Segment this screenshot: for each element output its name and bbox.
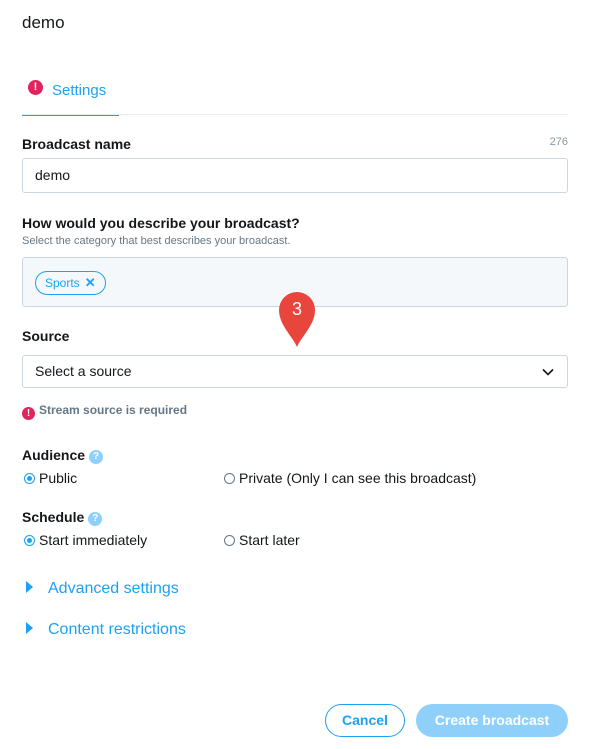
cancel-button[interactable]: Cancel xyxy=(325,704,405,737)
audience-label-text: Audience xyxy=(22,447,86,463)
source-label: Source xyxy=(22,328,70,344)
chip-label: Sports xyxy=(45,276,80,290)
radio-selected-icon[interactable] xyxy=(24,473,35,484)
help-icon[interactable]: ? xyxy=(88,512,103,526)
source-error-text: Stream source is required xyxy=(39,403,188,417)
step-number: 3 xyxy=(291,299,302,319)
audience-option-public[interactable]: Public xyxy=(24,470,77,486)
advanced-settings-label: Advanced settings xyxy=(48,580,179,597)
step-marker: 3 xyxy=(276,289,318,349)
tab-divider xyxy=(22,114,568,115)
source-select-value: Select a source xyxy=(35,363,132,379)
content-restrictions-toggle[interactable]: Content restrictions xyxy=(26,621,186,639)
content-restrictions-label: Content restrictions xyxy=(48,621,186,638)
schedule-option-later[interactable]: Start later xyxy=(224,532,300,548)
audience-option-private[interactable]: Private (Only I can see this broadcast) xyxy=(224,470,476,486)
character-counter: 276 xyxy=(549,136,568,148)
radio-unselected-icon[interactable] xyxy=(224,473,235,484)
caret-right-icon xyxy=(26,581,33,593)
tab-settings[interactable]: ! Settings xyxy=(22,76,119,116)
error-icon: ! xyxy=(22,407,35,420)
tab-settings-label: Settings xyxy=(52,82,107,99)
source-select[interactable]: Select a source xyxy=(22,355,568,388)
category-hint: Select the category that best describes … xyxy=(22,235,291,247)
schedule-label: Schedule? xyxy=(22,509,103,526)
audience-public-label: Public xyxy=(39,470,78,486)
schedule-label-text: Schedule xyxy=(22,509,85,525)
category-chip-sports: Sports ✕ xyxy=(35,271,106,295)
schedule-option-immediately[interactable]: Start immediately xyxy=(24,532,147,548)
advanced-settings-toggle[interactable]: Advanced settings xyxy=(26,580,179,598)
radio-selected-icon[interactable] xyxy=(24,535,35,546)
create-broadcast-button[interactable]: Create broadcast xyxy=(416,704,568,737)
schedule-immediately-label: Start immediately xyxy=(39,532,148,548)
alert-icon: ! xyxy=(28,80,43,95)
source-error: ! Stream source is required xyxy=(22,403,187,420)
audience-label: Audience? xyxy=(22,447,104,464)
broadcast-name-input[interactable]: demo xyxy=(22,158,568,193)
category-label: How would you describe your broadcast? xyxy=(22,215,300,231)
broadcast-name-label: Broadcast name xyxy=(22,136,131,152)
schedule-later-label: Start later xyxy=(239,532,300,548)
caret-right-icon xyxy=(26,622,33,634)
chevron-down-icon xyxy=(542,368,554,376)
help-icon[interactable]: ? xyxy=(89,450,104,464)
audience-private-label: Private (Only I can see this broadcast) xyxy=(239,470,477,486)
page-title: demo xyxy=(22,13,65,32)
chip-remove-icon[interactable]: ✕ xyxy=(85,275,96,290)
radio-unselected-icon[interactable] xyxy=(224,535,235,546)
